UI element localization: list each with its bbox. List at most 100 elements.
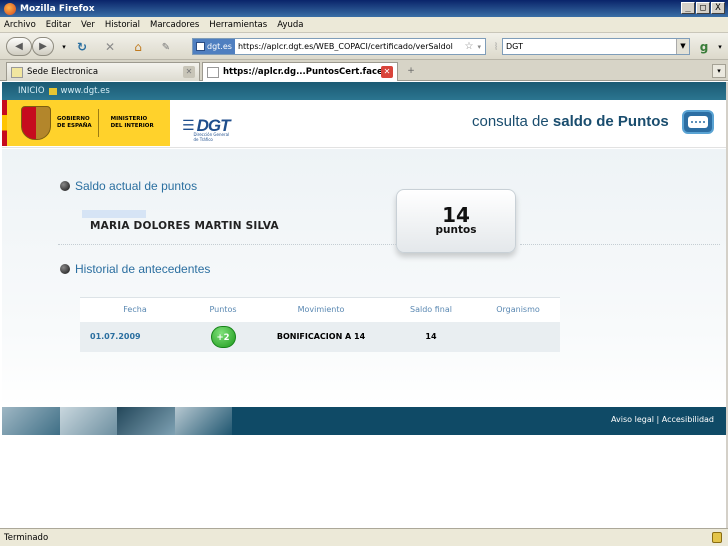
- bookmark-star-icon[interactable]: ☆: [465, 41, 474, 52]
- cell-fecha: 01.07.2009: [80, 321, 190, 352]
- col-fecha: Fecha: [80, 297, 190, 322]
- points-value: 14: [442, 203, 470, 227]
- holder-name: MARIA DOLORES MARTIN SILVA: [90, 220, 279, 232]
- new-tab-button[interactable]: +: [400, 63, 422, 80]
- footer-photo: [174, 407, 232, 435]
- site-identity-button[interactable]: dgt.es: [193, 39, 235, 54]
- footer-photo: [59, 407, 117, 435]
- search-engine-dropdown-icon[interactable]: ▼: [676, 39, 689, 54]
- back-arrow-icon: ◀: [15, 41, 23, 52]
- accesibilidad-link[interactable]: Accesibilidad: [662, 415, 714, 424]
- tab-list-dropdown-icon[interactable]: ▾: [712, 64, 726, 78]
- reload-icon[interactable]: ↻: [74, 39, 90, 55]
- window-titlebar: Mozilla Firefox _ □ X: [0, 0, 728, 17]
- search-engine-icon[interactable]: g: [696, 39, 712, 55]
- site-identity-label: dgt.es: [207, 42, 232, 51]
- back-button[interactable]: ◀: [6, 37, 32, 56]
- url-bar[interactable]: dgt.es https://aplcr.dgt.es/WEB_COPACI/c…: [192, 38, 486, 55]
- menu-marcadores[interactable]: Marcadores: [150, 20, 199, 30]
- minimize-button[interactable]: _: [681, 2, 695, 14]
- historial-table: Fecha Puntos Movimiento Saldo final Orga…: [80, 297, 560, 352]
- stop-icon[interactable]: ✕: [102, 39, 118, 55]
- aviso-legal-link[interactable]: Aviso legal: [611, 415, 654, 424]
- footer-photo: [2, 407, 60, 435]
- dgt-subtitle: Dirección General de Tráfico: [193, 132, 230, 142]
- ministerio-text: MINISTERIO DEL INTERIOR: [110, 116, 154, 129]
- tab-favicon-icon: [11, 66, 23, 78]
- url-text[interactable]: https://aplcr.dgt.es/WEB_COPACI/certific…: [238, 42, 465, 51]
- cell-movimiento: BONIFICACION A 14: [256, 321, 386, 352]
- points-label: puntos: [435, 224, 477, 236]
- dgt-logo: ☰ DGT Dirección General de Tráfico: [182, 110, 233, 142]
- cell-saldo-final: 14: [386, 321, 476, 352]
- name-highlight: [82, 210, 146, 218]
- top-navigation-strip: INICIO www.dgt.es: [2, 82, 726, 100]
- window-title: Mozilla Firefox: [20, 3, 95, 14]
- logo-divider: [97, 109, 99, 137]
- coat-of-arms-icon: [21, 106, 51, 140]
- bullet-icon: [60, 181, 70, 191]
- col-puntos: Puntos: [190, 297, 256, 322]
- menu-archivo[interactable]: Archivo: [4, 20, 36, 30]
- tab-label: Sede Electronica: [27, 67, 99, 77]
- tab-label: https://aplcr.dg...PuntosCert.faces: [223, 67, 388, 77]
- home-icon[interactable]: ⌂: [130, 39, 146, 55]
- col-saldo-final: Saldo final: [386, 297, 476, 322]
- close-button[interactable]: X: [711, 2, 725, 14]
- tab-close-icon[interactable]: ✕: [381, 66, 393, 78]
- menu-herramientas[interactable]: Herramientas: [209, 20, 267, 30]
- site-favicon-icon: [196, 42, 205, 51]
- maximize-button[interactable]: □: [696, 2, 710, 14]
- footer-link-separator: |: [656, 415, 660, 424]
- menu-editar[interactable]: Editar: [46, 20, 71, 30]
- url-dropdown-icon[interactable]: ▾: [477, 43, 481, 51]
- bullet-icon: [60, 264, 70, 274]
- consulta-title: consulta de saldo de Puntos: [472, 113, 669, 130]
- menubar: Archivo Editar Ver Historial Marcadores …: [0, 17, 728, 33]
- dgt-site-link[interactable]: www.dgt.es: [61, 86, 110, 96]
- navigation-toolbar: ◀ ▶ ▾ ↻ ✕ ⌂ ✎ dgt.es https://aplcr.dgt.e…: [0, 33, 728, 60]
- col-organismo: Organismo: [476, 297, 560, 322]
- forward-arrow-icon: ▶: [39, 41, 47, 52]
- web-page: INICIO www.dgt.es GOBIERNO DE ESPAÑA MINI…: [2, 82, 726, 526]
- dotted-divider: [58, 244, 396, 245]
- page-header: GOBIERNO DE ESPAÑA MINISTERIO DEL INTERIOR…: [2, 100, 726, 148]
- footer-photo: [117, 407, 175, 435]
- menu-ver[interactable]: Ver: [81, 20, 95, 30]
- flag-icon: [2, 100, 7, 146]
- search-bar[interactable]: DGT ▼: [502, 38, 690, 55]
- points-badge: +2: [210, 325, 236, 348]
- window-controls: _ □ X: [681, 2, 725, 14]
- tab-favicon-icon: [207, 66, 219, 78]
- table-row: 01.07.2009 +2 BONIFICACION A 14 14: [80, 321, 560, 352]
- forward-button[interactable]: ▶: [32, 37, 54, 56]
- footer-photo-strip: [2, 407, 232, 435]
- search-input[interactable]: DGT: [506, 42, 523, 51]
- status-bar: Terminado: [0, 528, 728, 546]
- inicio-link[interactable]: INICIO: [18, 86, 45, 96]
- tab-sede-electronica[interactable]: Sede Electronica ✕: [6, 62, 200, 81]
- saldo-section-title: Saldo actual de puntos: [60, 179, 197, 193]
- arrow-square-icon: [48, 87, 57, 95]
- footer-links: Aviso legal | Accesibilidad: [611, 415, 714, 424]
- toolbar-dropdown-icon[interactable]: ▾: [712, 39, 728, 55]
- tab-bar: Sede Electronica ✕ https://aplcr.dg...Pu…: [0, 60, 728, 81]
- dotted-divider: [520, 244, 720, 245]
- historial-section-title: Historial de antecedentes: [60, 262, 210, 276]
- tab-close-icon[interactable]: ✕: [183, 66, 195, 78]
- keypad-chat-icon: [682, 110, 714, 134]
- menu-ayuda[interactable]: Ayuda: [277, 20, 303, 30]
- gobierno-text: GOBIERNO DE ESPAÑA: [57, 116, 92, 129]
- reader-icon[interactable]: ✎: [158, 39, 174, 55]
- page-footer: Aviso legal | Accesibilidad: [2, 407, 726, 435]
- main-content: Saldo actual de puntos MARIA DOLORES MAR…: [2, 149, 726, 407]
- tab-puntoscert[interactable]: https://aplcr.dg...PuntosCert.faces ✕: [202, 62, 398, 81]
- menu-historial[interactable]: Historial: [105, 20, 140, 30]
- col-movimiento: Movimiento: [256, 297, 386, 322]
- history-dropdown-icon[interactable]: ▾: [56, 39, 72, 55]
- cell-puntos: +2: [190, 321, 256, 352]
- table-header-row: Fecha Puntos Movimiento Saldo final Orga…: [80, 297, 560, 322]
- secure-lock-icon[interactable]: [712, 532, 722, 543]
- cell-organismo: [476, 321, 560, 352]
- firefox-icon: [4, 2, 16, 15]
